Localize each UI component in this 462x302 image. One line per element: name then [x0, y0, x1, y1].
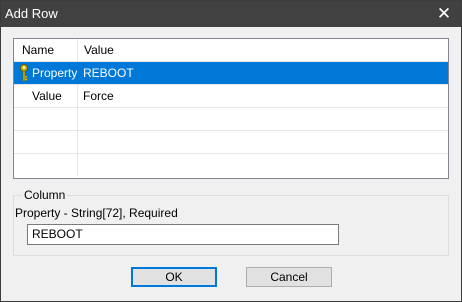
key-icon [20, 64, 28, 82]
empty-cell [14, 154, 78, 176]
title-bar[interactable]: Add Row ✕ [1, 1, 461, 27]
add-row-dialog: Add Row ✕ Name Value Property REBOOT Val… [0, 0, 462, 302]
ok-button[interactable]: OK [131, 267, 217, 287]
grid-empty-row [14, 108, 448, 131]
cancel-button[interactable]: Cancel [246, 267, 332, 287]
grid-row-value[interactable]: Value Force [14, 85, 448, 108]
column-description: Property - String[72], Required [15, 206, 178, 220]
column-header-value[interactable]: Value [78, 39, 448, 61]
close-button[interactable]: ✕ [427, 1, 461, 27]
grid-header: Name Value [14, 39, 448, 62]
empty-cell [78, 131, 448, 153]
groupbox-legend: Column [22, 188, 68, 202]
value-cell[interactable]: REBOOT [78, 62, 448, 84]
column-value-input[interactable]: REBOOT [27, 224, 339, 245]
row-grid[interactable]: Name Value Property REBOOT Value Force [13, 38, 449, 179]
empty-cell [78, 108, 448, 130]
row-name: Property [32, 66, 78, 80]
name-cell[interactable]: Value [14, 85, 78, 107]
grid-empty-row [14, 131, 448, 154]
value-cell[interactable]: Force [78, 85, 448, 107]
empty-cell [78, 154, 448, 176]
grid-row-property[interactable]: Property REBOOT [14, 62, 448, 85]
name-cell[interactable]: Property [14, 62, 78, 84]
empty-cell [14, 108, 78, 130]
dialog-title: Add Row [5, 6, 58, 21]
grid-empty-row [14, 154, 448, 177]
empty-cell [14, 131, 78, 153]
close-icon: ✕ [436, 4, 452, 23]
column-header-name[interactable]: Name [14, 39, 78, 61]
